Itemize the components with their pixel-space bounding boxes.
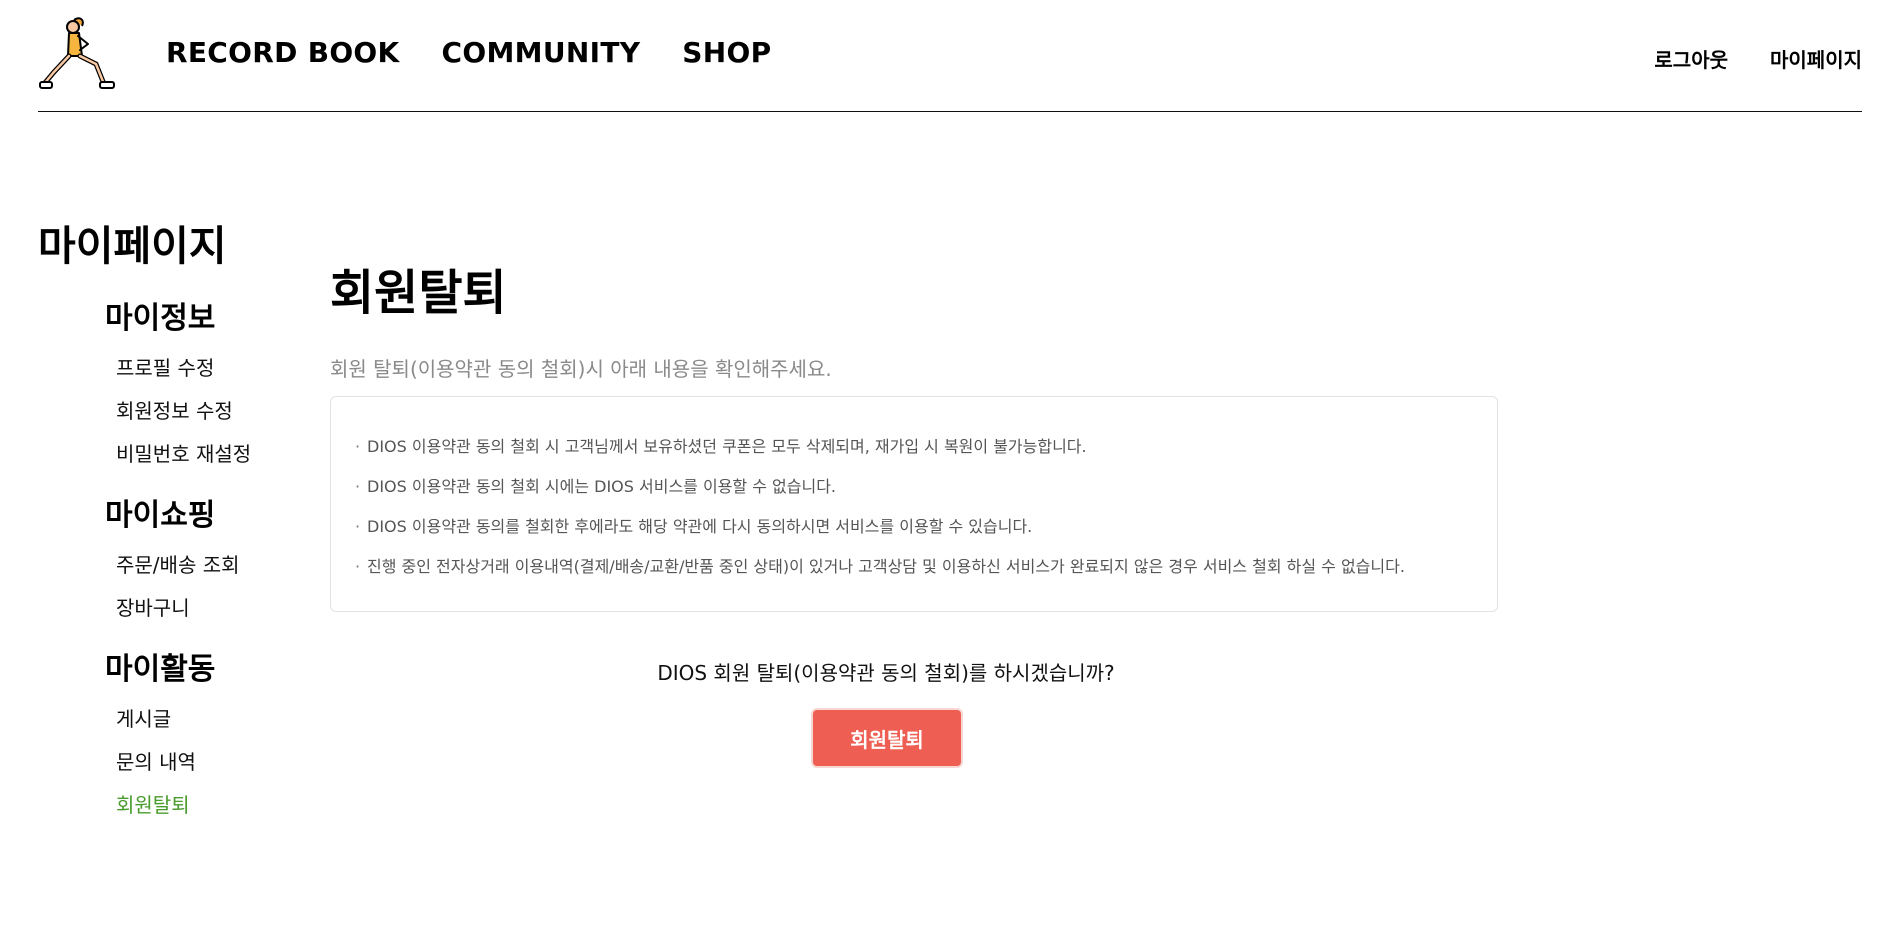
sidebar-item-edit-member-info[interactable]: 회원정보 수정 <box>116 390 298 433</box>
sidebar-item-withdrawal[interactable]: 회원탈퇴 <box>116 784 298 827</box>
nav-community[interactable]: COMMUNITY <box>442 36 641 69</box>
sidebar-item-inquiries[interactable]: 문의 내역 <box>116 741 298 784</box>
sidebar-heading-myactivity: 마이활동 <box>105 652 216 688</box>
confirm-question: DIOS 회원 탈퇴(이용약관 동의 철회)를 하시겠습니까? <box>657 661 1115 685</box>
notice-item: DIOS 이용약관 동의 철회 시에는 DIOS 서비스를 이용할 수 없습니다… <box>355 467 1473 507</box>
logout-link[interactable]: 로그아웃 <box>1654 44 1728 73</box>
sidebar-item-posts[interactable]: 게시글 <box>116 698 298 741</box>
nav-shop[interactable]: SHOP <box>682 36 771 69</box>
sidebar-item-edit-profile[interactable]: 프로필 수정 <box>116 347 298 390</box>
sidebar-section-myactivity: 마이활동 게시글 문의 내역 회원탈퇴 <box>105 652 298 827</box>
sidebar-section-myshopping: 마이쇼핑 주문/배송 조회 장바구니 <box>105 498 298 630</box>
sidebar-heading-myshopping: 마이쇼핑 <box>105 498 216 534</box>
notice-item: DIOS 이용약관 동의를 철회한 후에라도 해당 약관에 다시 동의하시면 서… <box>355 507 1473 547</box>
mypage-sidebar: 마이페이지 마이정보 프로필 수정 회원정보 수정 비밀번호 재설정 마이쇼핑 … <box>38 222 298 827</box>
sidebar-item-reset-password[interactable]: 비밀번호 재설정 <box>116 433 298 476</box>
sidebar-item-orders[interactable]: 주문/배송 조회 <box>116 544 298 587</box>
lunging-runner-icon[interactable] <box>38 14 122 92</box>
sidebar-item-cart[interactable]: 장바구니 <box>116 587 298 630</box>
page-subtitle: 회원 탈퇴(이용약관 동의 철회)시 아래 내용을 확인해주세요. <box>330 356 832 381</box>
sidebar-title: 마이페이지 <box>38 222 227 270</box>
sidebar-section-myinfo: 마이정보 프로필 수정 회원정보 수정 비밀번호 재설정 <box>105 301 298 476</box>
main-nav: RECORD BOOK COMMUNITY SHOP <box>166 36 771 69</box>
withdraw-button[interactable]: 회원탈퇴 <box>811 708 963 768</box>
sidebar-list-myactivity: 게시글 문의 내역 회원탈퇴 <box>105 698 298 827</box>
user-links: 로그아웃 마이페이지 <box>1654 44 1862 73</box>
notice-item: DIOS 이용약관 동의 철회 시 고객님께서 보유하셨던 쿠폰은 모두 삭제되… <box>355 427 1473 467</box>
mypage-link[interactable]: 마이페이지 <box>1770 44 1862 73</box>
sidebar-list-myshopping: 주문/배송 조회 장바구니 <box>105 544 298 630</box>
nav-record-book[interactable]: RECORD BOOK <box>166 36 400 69</box>
site-header: RECORD BOOK COMMUNITY SHOP 로그아웃 마이페이지 <box>38 0 1862 112</box>
sidebar-heading-myinfo: 마이정보 <box>105 301 216 337</box>
withdrawal-main: 회원탈퇴 회원 탈퇴(이용약관 동의 철회)시 아래 내용을 확인해주세요. D… <box>330 265 1500 768</box>
notice-list: DIOS 이용약관 동의 철회 시 고객님께서 보유하셨던 쿠폰은 모두 삭제되… <box>355 427 1473 587</box>
sidebar-list-myinfo: 프로필 수정 회원정보 수정 비밀번호 재설정 <box>105 347 298 476</box>
notice-item: 진행 중인 전자상거래 이용내역(결제/배송/교환/반품 중인 상태)이 있거나… <box>355 547 1473 587</box>
notice-box: DIOS 이용약관 동의 철회 시 고객님께서 보유하셨던 쿠폰은 모두 삭제되… <box>330 395 1498 612</box>
page-title: 회원탈퇴 <box>330 265 507 321</box>
